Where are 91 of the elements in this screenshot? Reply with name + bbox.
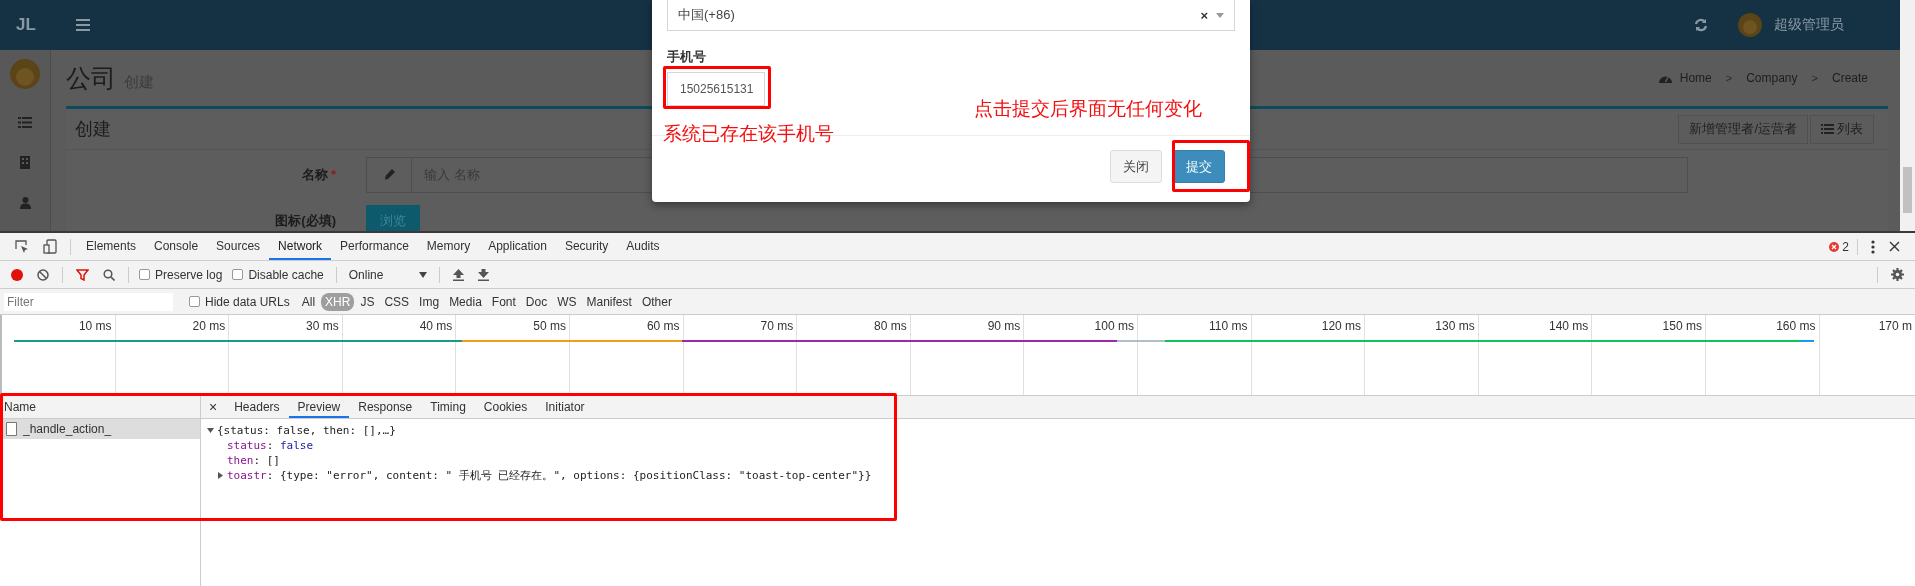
page-title: 公司 xyxy=(66,62,116,94)
country-select[interactable]: 中国(+86) × xyxy=(667,0,1235,31)
type-filter[interactable]: Media xyxy=(445,292,486,311)
scrollbar[interactable] xyxy=(1900,0,1915,231)
time-tick: 170 m xyxy=(1878,319,1912,333)
property-line: then: [] xyxy=(227,454,280,467)
type-filter[interactable]: All xyxy=(297,292,320,311)
close-icon[interactable] xyxy=(1889,241,1900,252)
expand-triangle-icon[interactable] xyxy=(217,472,224,479)
time-tick: 10 ms xyxy=(78,319,112,333)
field-label: 图标(必填) xyxy=(274,212,337,230)
type-filter[interactable]: Font xyxy=(487,292,520,311)
column-header: Name xyxy=(0,396,200,419)
time-tick: 80 ms xyxy=(874,319,907,333)
devtools-tab[interactable]: Security xyxy=(555,233,618,260)
type-filter[interactable]: Manifest xyxy=(582,292,636,311)
type-filter[interactable]: WS xyxy=(553,292,581,311)
download-icon[interactable] xyxy=(478,268,490,281)
request-row[interactable]: _handle_action_ xyxy=(0,419,200,439)
time-tick: 100 ms xyxy=(1094,319,1134,333)
more-icon[interactable] xyxy=(1871,239,1875,254)
devtools-tab[interactable]: Memory xyxy=(417,233,480,260)
close-icon[interactable]: × xyxy=(209,396,226,418)
devtools-tab[interactable]: Performance xyxy=(331,233,418,260)
user-name[interactable]: 超级管理员 xyxy=(1774,16,1844,34)
time-tick: 60 ms xyxy=(646,319,680,333)
filter-icon[interactable] xyxy=(76,268,89,281)
devtools-tab[interactable]: Console xyxy=(145,233,208,260)
refresh-icon[interactable] xyxy=(1694,18,1708,32)
list-icon xyxy=(1821,124,1834,134)
detail-tab[interactable]: Preview xyxy=(288,396,350,418)
devtools-tab[interactable]: Sources xyxy=(207,233,270,260)
annotation-note: 系统已存在该手机号 xyxy=(663,122,834,146)
close-button[interactable]: 关闭 xyxy=(1110,150,1162,183)
detail-tab[interactable]: Response xyxy=(349,396,422,418)
expand-triangle-icon[interactable] xyxy=(207,427,214,434)
detail-tab[interactable]: Headers xyxy=(225,396,289,418)
property-line: toastr: {type: "error", content: " 手机号 已经存在。", options: {positionClass: "toast-top-center"}} xyxy=(227,468,872,483)
caret-icon xyxy=(1216,12,1224,18)
property-line: status: false xyxy=(227,439,314,452)
filter-field[interactable]: Filter xyxy=(4,292,173,311)
detail-tab[interactable]: Cookies xyxy=(474,396,537,418)
throttle-select[interactable]: Online xyxy=(342,267,434,282)
phone-label: 手机号 xyxy=(667,48,706,66)
panel-title: 创建 xyxy=(75,118,111,141)
time-tick: 130 ms xyxy=(1435,319,1475,333)
record-icon[interactable] xyxy=(11,268,23,281)
time-tick: 40 ms xyxy=(419,319,453,333)
breadcrumb-separator: > xyxy=(1811,72,1818,84)
time-tick: 120 ms xyxy=(1321,319,1362,333)
checkbox-option[interactable]: Hide data URLs xyxy=(189,294,290,309)
error-counter[interactable]: 2 xyxy=(1829,239,1849,254)
detail-tab[interactable]: Timing xyxy=(421,396,475,418)
search-icon[interactable] xyxy=(103,268,115,281)
file-icon xyxy=(6,422,17,436)
time-tick: 90 ms xyxy=(987,319,1021,333)
phone-field[interactable]: 15025615131 xyxy=(667,72,765,106)
devtools-tab[interactable]: Elements xyxy=(77,233,146,260)
time-tick: 150 ms xyxy=(1662,319,1702,333)
type-filter[interactable]: JS xyxy=(356,292,379,311)
field-label: 名称 * xyxy=(300,166,337,184)
settings-icon[interactable] xyxy=(1891,268,1904,281)
menu-icon[interactable] xyxy=(76,19,90,31)
pencil-icon xyxy=(383,169,395,181)
checkbox-option[interactable]: Disable cache xyxy=(232,267,324,282)
inspect-icon[interactable] xyxy=(15,239,29,254)
device-icon[interactable] xyxy=(43,239,57,254)
time-tick: 70 ms xyxy=(760,319,794,333)
devtools-tab[interactable]: Application xyxy=(479,233,556,260)
caret-icon xyxy=(419,271,428,278)
type-filter[interactable]: Other xyxy=(637,292,676,311)
checkbox-option[interactable]: Preserve log xyxy=(139,267,223,282)
type-filter[interactable]: Doc xyxy=(521,292,552,311)
avatar xyxy=(10,59,40,89)
annotation-note: 点击提交后界面无任何变化 xyxy=(974,97,1202,121)
detail-tab[interactable]: Initiator xyxy=(536,396,594,418)
time-tick: 140 ms xyxy=(1548,319,1589,333)
clear-icon[interactable] xyxy=(37,268,49,281)
breadcrumb-separator: > xyxy=(1725,72,1733,84)
type-filter[interactable]: CSS xyxy=(380,292,414,311)
type-filter[interactable]: Img xyxy=(415,292,444,311)
time-tick: 110 ms xyxy=(1209,319,1248,333)
logo[interactable]: JL xyxy=(16,15,52,35)
object-summary: {status: false, then: [],…} xyxy=(217,424,396,437)
time-tick: 160 ms xyxy=(1776,319,1816,333)
time-tick: 50 ms xyxy=(533,319,566,333)
devtools-tab[interactable]: Audits xyxy=(617,233,669,260)
upload-icon[interactable] xyxy=(453,268,465,281)
submit-button[interactable]: 提交 xyxy=(1172,150,1225,183)
time-tick: 20 ms xyxy=(192,319,226,333)
time-tick: 30 ms xyxy=(306,319,339,333)
